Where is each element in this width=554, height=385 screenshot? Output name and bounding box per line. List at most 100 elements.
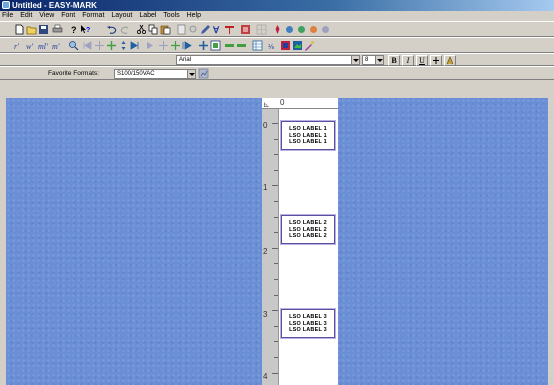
help-icon[interactable]: ? [68, 24, 79, 35]
font-size-select[interactable]: 8 [362, 55, 384, 65]
open-folder-icon[interactable] [26, 24, 37, 35]
text-tool-icon[interactable]: ∀ [212, 24, 223, 35]
favorite-formats-select[interactable]: S100/150VAC [114, 69, 196, 79]
insert-col-icon[interactable] [170, 40, 181, 51]
menu-file[interactable]: File [2, 12, 13, 19]
menu-bar: File Edit View Font Format Layout Label … [0, 11, 554, 21]
horizontal-ruler [262, 98, 338, 109]
copy-next-icon[interactable] [146, 40, 157, 51]
justify-icon[interactable]: m' [52, 40, 63, 51]
align-center-icon[interactable]: w' [26, 40, 37, 51]
menu-tools[interactable]: Tools [163, 12, 179, 19]
ruler-tick [272, 123, 278, 124]
color-green-icon[interactable] [296, 24, 307, 35]
graphic-icon[interactable] [240, 24, 251, 35]
chevron-down-icon[interactable] [351, 56, 359, 64]
svg-text:m': m' [52, 42, 60, 51]
zoom-icon[interactable] [68, 40, 79, 51]
menu-layout[interactable]: Layout [111, 12, 132, 19]
image-icon[interactable] [292, 40, 303, 51]
svg-text:w': w' [26, 42, 33, 51]
ruler-tick [274, 263, 278, 265]
font-toolbar: Arial 8 B I U [0, 53, 554, 66]
insert-row-icon[interactable] [158, 40, 169, 51]
add-record-icon[interactable] [106, 40, 117, 51]
menu-help[interactable]: Help [187, 12, 201, 19]
font-name-select[interactable]: Arial [176, 55, 360, 65]
svg-text:∀: ∀ [212, 25, 220, 35]
label-2-line-1: LSO LABEL 2 [289, 220, 327, 226]
vruler-mark-3: 3 [263, 310, 268, 319]
color-orange-icon[interactable] [308, 24, 319, 35]
context-help-icon[interactable]: ? [80, 24, 91, 35]
ruler-tick [274, 325, 278, 327]
grid-icon[interactable] [256, 24, 267, 35]
layout-toolbar: r' w' ml' m' ⅛ [0, 37, 554, 53]
favorite-formats-label: Favorite Formats: [48, 70, 99, 77]
menu-label[interactable]: Label [139, 12, 156, 19]
red-block-icon[interactable] [280, 40, 291, 51]
barcode-icon[interactable] [224, 24, 235, 35]
window-title: Untitled - EASY-MARK [12, 1, 97, 10]
label-1-line-1: LSO LABEL 1 [289, 126, 327, 132]
menu-edit[interactable]: Edit [20, 12, 32, 19]
copy-icon[interactable] [148, 24, 159, 35]
table-icon[interactable] [252, 40, 263, 51]
page-setup-icon[interactable] [176, 24, 187, 35]
preview-icon[interactable] [188, 24, 199, 35]
svg-text:ml': ml' [38, 42, 48, 51]
label-3-line-3: LSO LABEL 3 [289, 327, 327, 333]
undo-icon[interactable] [106, 24, 117, 35]
strikethrough-button[interactable] [430, 55, 442, 66]
ruler-tick [272, 185, 278, 187]
last-record-icon[interactable] [130, 40, 141, 51]
first-record-icon[interactable] [82, 40, 93, 51]
app-window: Untitled - EASY-MARK File Edit View Font… [0, 0, 554, 385]
underline-button[interactable]: U [416, 55, 428, 66]
new-file-icon[interactable] [14, 24, 25, 35]
properties-icon[interactable] [200, 24, 211, 35]
line-thin-icon[interactable] [224, 40, 235, 51]
app-icon [2, 1, 10, 9]
chevron-down-icon[interactable] [375, 56, 383, 64]
print-icon[interactable] [52, 24, 63, 35]
align-left-icon[interactable]: r' [14, 40, 25, 51]
color-blue-icon[interactable] [284, 24, 295, 35]
label-2-line-3: LSO LABEL 2 [289, 233, 327, 239]
vruler-mark-1: 1 [263, 183, 268, 192]
wizard-icon[interactable] [304, 40, 315, 51]
move-record-icon[interactable] [118, 40, 129, 51]
prev-record-icon[interactable] [94, 40, 105, 51]
delete-col-icon[interactable] [182, 40, 193, 51]
label-2[interactable]: LSO LABEL 2 LSO LABEL 2 LSO LABEL 2 [281, 215, 335, 244]
paste-icon[interactable] [160, 24, 171, 35]
color-red-icon[interactable] [272, 24, 283, 35]
ruler-units-icon[interactable]: ⊾ [263, 100, 270, 109]
font-color-icon[interactable] [444, 55, 456, 66]
menu-view[interactable]: View [39, 12, 54, 19]
menu-format[interactable]: Format [82, 12, 104, 19]
box-icon[interactable] [210, 40, 221, 51]
chevron-down-icon[interactable] [187, 70, 195, 78]
save-icon[interactable] [38, 24, 49, 35]
line-thick-icon[interactable] [236, 40, 247, 51]
italic-button[interactable]: I [402, 55, 414, 66]
menu-font[interactable]: Font [61, 12, 75, 19]
color-gray-icon[interactable] [320, 24, 331, 35]
redo-icon[interactable] [120, 24, 131, 35]
bold-button[interactable]: B [388, 55, 400, 66]
label-3[interactable]: LSO LABEL 3 LSO LABEL 3 LSO LABEL 3 [281, 309, 335, 338]
fraction-icon[interactable]: ⅛ [268, 40, 279, 51]
frame-icon[interactable] [198, 40, 209, 51]
svg-text:r': r' [14, 42, 19, 51]
favorites-settings-icon[interactable] [198, 68, 209, 79]
align-right-icon[interactable]: ml' [38, 40, 49, 51]
label-page[interactable] [278, 109, 338, 385]
cut-icon[interactable] [136, 24, 147, 35]
vruler-mark-0: 0 [263, 121, 268, 130]
ruler-tick [272, 247, 278, 249]
label-1[interactable]: LSO LABEL 1 LSO LABEL 1 LSO LABEL 1 [281, 121, 335, 150]
vruler-mark-2: 2 [263, 247, 268, 256]
ruler-tick [274, 216, 278, 218]
ruler-tick [274, 357, 278, 358]
